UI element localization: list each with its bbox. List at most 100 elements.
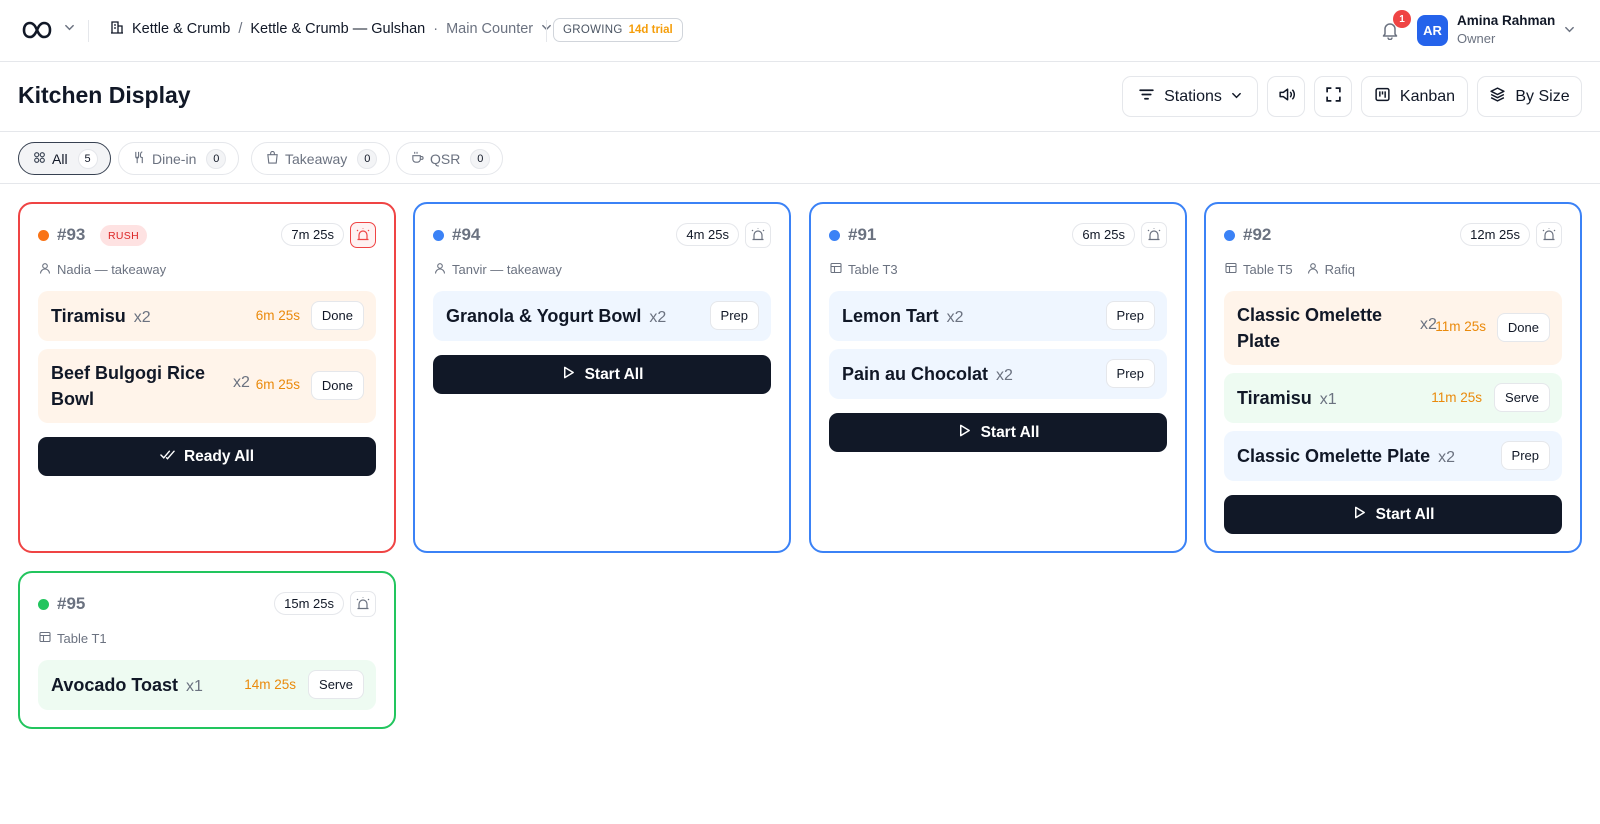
order-timer: 12m 25s xyxy=(1460,223,1530,246)
item-name: Beef Bulgogi Rice Bowl xyxy=(51,363,206,409)
item-qty: x2 xyxy=(946,309,964,326)
item-name: Tiramisu x1 xyxy=(1237,388,1337,408)
order-item: Tiramisu x2 6m 25s Done xyxy=(38,291,376,341)
notification-count-badge: 1 xyxy=(1393,10,1411,28)
plan-badge[interactable]: GROWING 14d trial xyxy=(553,18,683,42)
user-name[interactable]: Amina Rahman xyxy=(1457,13,1555,28)
chevron-down-icon xyxy=(1231,88,1242,106)
item-action-button[interactable]: Done xyxy=(1496,313,1550,342)
cta-label: Start All xyxy=(584,365,644,383)
user-icon xyxy=(39,262,51,277)
start-all-button[interactable]: Start All xyxy=(1224,495,1562,534)
filter-count: 0 xyxy=(206,148,227,169)
order-meta: Tanvir — takeaway xyxy=(434,262,562,277)
filter-label: All xyxy=(52,150,68,167)
order-item: Lemon Tart x2 Prep xyxy=(829,291,1167,341)
alarm-icon[interactable] xyxy=(350,591,376,617)
page-title: Kitchen Display xyxy=(18,82,191,108)
item-action-button[interactable]: Serve xyxy=(1494,383,1550,412)
order-card[interactable]: #92 12m 25s Table T5 Rafiq Classic Omele… xyxy=(1204,202,1582,553)
item-action-button[interactable]: Serve xyxy=(308,670,364,699)
item-timer: 6m 25s xyxy=(255,377,300,392)
order-card[interactable]: #94 4m 25s Tanvir — takeaway Granola & Y… xyxy=(413,202,791,553)
order-type-filters xyxy=(0,132,1600,184)
user-menu-chevron-down-icon[interactable] xyxy=(1564,24,1575,38)
status-dot xyxy=(38,599,49,610)
order-number: #95 xyxy=(57,594,86,613)
item-action-button[interactable]: Prep xyxy=(1105,301,1155,330)
order-card[interactable]: #95 15m 25s Table T1 Avocado Toast x1 14m… xyxy=(18,571,396,729)
order-timer: 6m 25s xyxy=(1072,223,1135,246)
status-dot xyxy=(38,230,49,241)
sound-toggle-button[interactable] xyxy=(1267,76,1305,117)
item-name: Granola & Yogurt Bowl x2 xyxy=(446,306,667,326)
table-icon xyxy=(1225,262,1237,277)
item-action-button[interactable]: Prep xyxy=(709,301,759,330)
stations-filter-button[interactable]: Stations xyxy=(1122,76,1258,117)
filter-count: 0 xyxy=(357,148,378,169)
item-qty: x1 xyxy=(186,678,203,695)
play-icon xyxy=(561,365,576,385)
user-role: Owner xyxy=(1457,31,1496,46)
bag-icon xyxy=(266,150,279,167)
breadcrumb-branch[interactable]: Kettle & Crumb — Gulshan xyxy=(250,21,425,37)
alarm-icon[interactable] xyxy=(350,222,376,248)
filter-label: Dine-in xyxy=(152,150,197,167)
trial-remaining: 14d trial xyxy=(628,24,673,36)
start-all-button[interactable]: Start All xyxy=(433,355,771,394)
item-action-button[interactable]: Done xyxy=(310,301,364,330)
avatar[interactable]: AR xyxy=(1417,15,1448,46)
utensils-icon xyxy=(133,150,146,167)
rush-badge: RUSH xyxy=(100,225,147,246)
item-name: Pain au Chocolat x2 xyxy=(842,364,1013,384)
cta-label: Start All xyxy=(1375,505,1435,523)
table-label: Table T5 xyxy=(1243,262,1293,277)
breadcrumb-org[interactable]: Kettle & Crumb xyxy=(132,21,230,37)
filter-label: QSR xyxy=(430,150,461,167)
ready-all-button[interactable]: Ready All xyxy=(38,437,376,476)
filter-chip-takeaway[interactable]: Takeaway 0 xyxy=(251,142,391,175)
item-qty: x1 xyxy=(1319,391,1337,408)
filter-label: Takeaway xyxy=(285,150,348,167)
order-meta: Table T5 Rafiq xyxy=(1225,262,1355,277)
alarm-icon[interactable] xyxy=(1141,222,1167,248)
alarm-icon[interactable] xyxy=(745,222,771,248)
item-qty: x2 xyxy=(1438,449,1456,466)
play-icon xyxy=(1352,505,1367,525)
customer-label: Tanvir — takeaway xyxy=(452,262,562,277)
filter-chip-dine-in[interactable]: Dine-in 0 xyxy=(118,142,240,175)
by-size-label: By Size xyxy=(1515,87,1570,105)
order-card[interactable]: #91 6m 25s Table T3 Lemon Tart x2 Prep Pa… xyxy=(809,202,1187,553)
order-timer: 15m 25s xyxy=(274,592,344,615)
user-icon xyxy=(434,262,446,277)
alarm-icon[interactable] xyxy=(1536,222,1562,248)
item-action-button[interactable]: Prep xyxy=(1500,441,1550,470)
kanban-view-button[interactable]: Kanban xyxy=(1361,76,1468,117)
item-qty: x2 xyxy=(133,309,151,326)
status-dot xyxy=(433,230,444,241)
item-name: Tiramisu x2 xyxy=(51,306,151,326)
by-size-view-button[interactable]: By Size xyxy=(1477,76,1582,117)
user-icon xyxy=(1307,262,1319,277)
order-card[interactable]: #93 RUSH 7m 25s Nadia — takeaway Tiramis… xyxy=(18,202,396,553)
item-qty: x2 xyxy=(233,374,250,391)
start-all-button[interactable]: Start All xyxy=(829,413,1167,452)
divider xyxy=(546,20,547,42)
fullscreen-button[interactable] xyxy=(1314,76,1352,117)
brand-switch-chevron-down-icon[interactable] xyxy=(64,22,75,36)
order-meta: Table T3 xyxy=(830,262,898,277)
item-action-button[interactable]: Done xyxy=(310,371,364,400)
server-label: Rafiq xyxy=(1324,262,1355,277)
item-name: Avocado Toast x1 xyxy=(51,675,203,695)
filter-chip-qsr[interactable]: QSR 0 xyxy=(396,142,504,175)
item-action-button[interactable]: Prep xyxy=(1105,359,1155,388)
order-item: Classic Omelette Plate x2 Prep xyxy=(1224,431,1562,481)
table-label: Table T1 xyxy=(57,631,107,646)
filter-icon xyxy=(1138,86,1155,108)
breadcrumb-separator: / xyxy=(238,21,243,37)
brand-logo-icon[interactable] xyxy=(22,18,52,42)
order-meta: Table T1 xyxy=(39,631,107,646)
item-name: Classic Omelette Plate x2 xyxy=(1237,446,1456,466)
counter-selector[interactable]: Main Counter xyxy=(446,21,533,37)
filter-chip-all[interactable]: All 5 xyxy=(18,142,111,175)
